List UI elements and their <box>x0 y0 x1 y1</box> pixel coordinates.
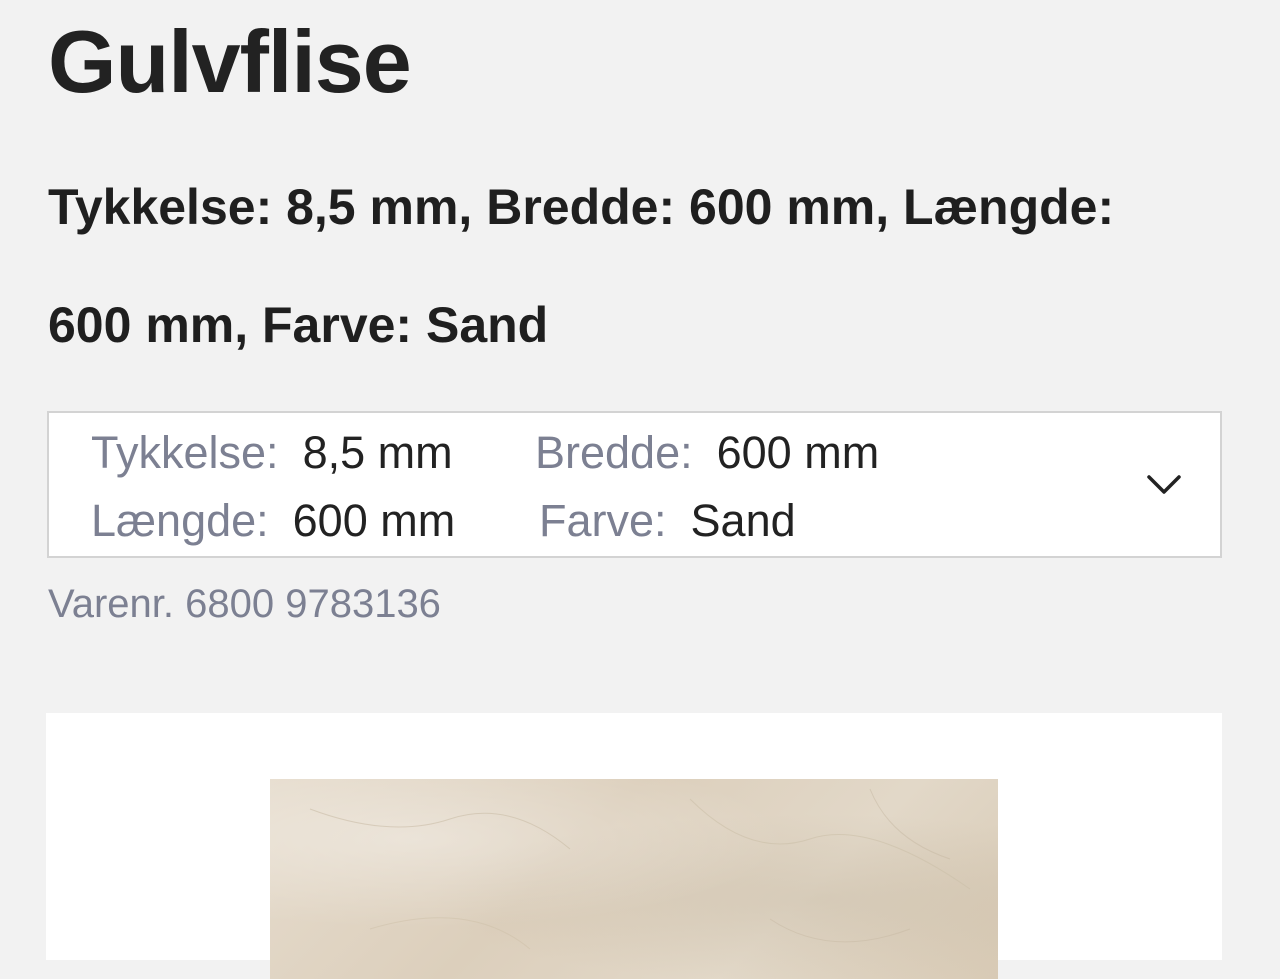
variant-selector[interactable]: Tykkelse: 8,5 mm Bredde: 600 mm Længde: 600… <box>47 411 1222 558</box>
spec-width-label: Bredde: <box>535 427 693 478</box>
spec-thickness: Tykkelse: 8,5 mm <box>91 425 453 481</box>
spec-width-value: 600 mm <box>716 427 880 478</box>
spec-length: Længde: 600 mm <box>91 493 455 549</box>
spec-color-value: Sand <box>690 495 796 546</box>
spec-color-label: Farve: <box>539 495 667 546</box>
product-image-card[interactable] <box>46 713 1222 979</box>
product-subtitle: Tykkelse: 8,5 mm, Bredde: 600 mm, Længde… <box>48 179 1115 353</box>
chevron-down-icon[interactable] <box>1146 471 1182 497</box>
tile-texture <box>309 788 971 950</box>
page-title: Gulvflise <box>48 12 412 111</box>
spec-length-value: 600 mm <box>292 495 456 546</box>
spec-color: Farve: Sand <box>539 493 796 549</box>
sku-number: Varenr. 6800 9783136 <box>48 582 441 626</box>
spec-thickness-label: Tykkelse: <box>91 427 279 478</box>
spec-length-label: Længde: <box>91 495 269 546</box>
spec-thickness-value: 8,5 mm <box>302 427 453 478</box>
spec-width: Bredde: 600 mm <box>535 425 879 481</box>
tile-image[interactable] <box>270 779 998 979</box>
